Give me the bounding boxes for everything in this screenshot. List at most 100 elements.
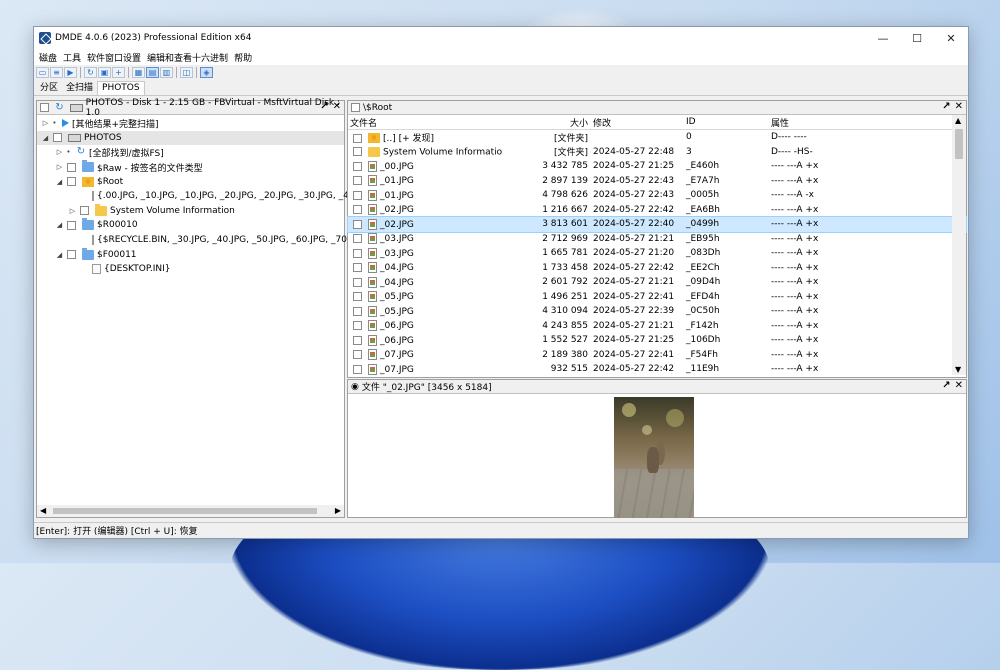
- scroll-thumb[interactable]: [955, 129, 963, 159]
- row-checkbox[interactable]: [353, 176, 362, 186]
- close-pane-icon[interactable]: ✕: [333, 101, 341, 112]
- tree-item-system-volume[interactable]: ▷ System Volume Information: [37, 203, 344, 219]
- menu-window-settings[interactable]: 软件窗口设置: [84, 51, 144, 64]
- column-name[interactable]: 文件名: [348, 116, 503, 129]
- tab-full-scan[interactable]: 全扫描: [62, 79, 97, 95]
- table-row[interactable]: _01.JPG 2 897 139 2024-05-27 22:43 _E7A7h --…: [348, 174, 966, 189]
- table-row[interactable]: _05.JPG 1 496 251 2024-05-27 22:41 _EFD4h --…: [348, 290, 966, 305]
- row-checkbox[interactable]: [353, 147, 362, 156]
- tree-item-all-found[interactable]: ▷ • ↻ [全部找到/虚拟FS]: [37, 145, 344, 160]
- table-row[interactable]: _00.JPG 3 432 785 2024-05-27 21:25 _E460h --…: [348, 159, 966, 174]
- expand-arrow-icon[interactable]: ▷: [41, 119, 50, 127]
- scroll-up-icon[interactable]: ▲: [955, 116, 961, 125]
- tree-checkbox[interactable]: [67, 250, 76, 260]
- table-row[interactable]: System Volume Information [文件夹] 2024-05-27…: [348, 145, 966, 160]
- table-row[interactable]: _07.JPG 2 189 380 2024-05-27 22:41 _F54Fh --…: [348, 348, 966, 363]
- row-checkbox[interactable]: [353, 205, 362, 215]
- view-list-icon[interactable]: ▥: [160, 66, 173, 78]
- row-checkbox[interactable]: [353, 321, 362, 331]
- scroll-left-icon[interactable]: ◀: [40, 506, 46, 515]
- menu-hex-edit[interactable]: 编辑和查看十六进制: [144, 51, 231, 64]
- table-row[interactable]: [..] [+ 发现] [文件夹] 0 D---- ----: [348, 130, 966, 145]
- column-modified[interactable]: 修改: [591, 116, 684, 129]
- drives-icon[interactable]: ▭: [36, 66, 49, 78]
- table-row[interactable]: _07.JPG 932 515 2024-05-27 22:42 _11E9h ----…: [348, 362, 966, 377]
- expand-arrow-icon[interactable]: ▷: [68, 207, 77, 215]
- collapse-arrow-icon[interactable]: ◢: [41, 134, 50, 142]
- collapse-arrow-icon[interactable]: ◢: [55, 251, 64, 259]
- tree-item-root[interactable]: ◢ $Root: [37, 174, 344, 189]
- table-row[interactable]: _01.JPG 4 798 626 2024-05-27 22:43 _0005h --…: [348, 188, 966, 203]
- row-checkbox[interactable]: [353, 335, 362, 345]
- pane-checkbox[interactable]: [351, 103, 360, 112]
- tree-item-raw[interactable]: ▷ $Raw - 按签名的文件类型: [37, 160, 344, 175]
- scroll-down-icon[interactable]: ▼: [955, 365, 961, 374]
- close-button[interactable]: ✕: [934, 27, 968, 49]
- column-size[interactable]: 大小: [503, 116, 591, 129]
- pane-checkbox[interactable]: [40, 103, 49, 112]
- table-row[interactable]: _05.JPG 4 310 094 2024-05-27 22:39 _0C50h --…: [348, 304, 966, 319]
- row-checkbox[interactable]: [353, 350, 362, 360]
- row-checkbox[interactable]: [353, 219, 362, 229]
- table-row[interactable]: _06.JPG 4 243 855 2024-05-27 21:21 _F142h --…: [348, 319, 966, 334]
- maximize-button[interactable]: ☐: [900, 27, 934, 49]
- row-checkbox[interactable]: [353, 306, 362, 316]
- close-pane-icon[interactable]: ✕: [955, 101, 963, 112]
- refresh-icon[interactable]: ↻: [84, 66, 97, 78]
- tree-item-r00010[interactable]: ◢ $R00010: [37, 218, 344, 233]
- scroll-right-icon[interactable]: ▶: [335, 506, 341, 515]
- row-checkbox[interactable]: [353, 277, 362, 287]
- view-icons-icon[interactable]: ▦: [132, 66, 145, 78]
- partitions-icon[interactable]: ≡: [50, 66, 63, 78]
- menu-help[interactable]: 帮助: [231, 51, 255, 64]
- vertical-scrollbar[interactable]: ▲ ▼: [952, 115, 966, 375]
- menu-disk[interactable]: 磁盘: [36, 51, 60, 64]
- tree-item-other-results[interactable]: ▷ • [其他结果+完整扫描]: [37, 116, 344, 131]
- maximize-pane-icon[interactable]: ↗: [942, 101, 950, 112]
- table-row[interactable]: _04.JPG 2 601 792 2024-05-27 21:21 _09D4h --…: [348, 275, 966, 290]
- expand-arrow-icon[interactable]: ▷: [55, 148, 64, 156]
- row-checkbox[interactable]: [353, 234, 362, 244]
- title-bar[interactable]: DMDE 4.0.6 (2023) Professional Edition x…: [34, 27, 968, 49]
- tree-checkbox[interactable]: [80, 206, 89, 216]
- row-checkbox[interactable]: [353, 190, 362, 200]
- image-icon[interactable]: ▣: [98, 66, 111, 78]
- tree-checkbox[interactable]: [67, 162, 76, 172]
- collapse-arrow-icon[interactable]: ◢: [55, 221, 64, 229]
- scroll-thumb[interactable]: [53, 508, 317, 514]
- table-row[interactable]: _03.JPG 1 665 781 2024-05-27 21:20 _083Dh --…: [348, 246, 966, 261]
- play-icon[interactable]: ▶: [64, 66, 77, 78]
- table-row[interactable]: _04.JPG 1 733 458 2024-05-27 22:42 _EE2Ch --…: [348, 261, 966, 276]
- menu-tools[interactable]: 工具: [60, 51, 84, 64]
- tree-item-root-files[interactable]: {.00.JPG, _10.JPG, _10.JPG, _20.JPG, _20…: [37, 189, 369, 204]
- tree-checkbox[interactable]: [53, 133, 62, 143]
- dmde-logo-icon[interactable]: ◈: [200, 66, 213, 78]
- tree-item-r00010-files[interactable]: {$RECYCLE.BIN, _30.JPG, _40.JPG, _50.JPG…: [37, 233, 385, 248]
- minimize-button[interactable]: —: [866, 27, 900, 49]
- view-details-icon[interactable]: ▤: [146, 66, 159, 78]
- add-icon[interactable]: +: [112, 66, 125, 78]
- collapse-arrow-icon[interactable]: ◢: [55, 178, 64, 186]
- split-view-icon[interactable]: ◫: [180, 66, 193, 78]
- table-row[interactable]: _02.JPG 1 216 667 2024-05-27 22:42 _EA6Bh --…: [348, 203, 966, 218]
- tab-partitions[interactable]: 分区: [36, 79, 62, 95]
- column-id[interactable]: ID: [684, 117, 769, 127]
- tree-item-f00011[interactable]: ◢ $F00011: [37, 247, 344, 262]
- expand-arrow-icon[interactable]: ▷: [55, 163, 64, 171]
- tree-checkbox[interactable]: [67, 177, 76, 187]
- horizontal-scrollbar[interactable]: ◀ ▶: [37, 505, 344, 517]
- table-row[interactable]: _06.JPG 1 552 527 2024-05-27 21:25 _106Dh --…: [348, 333, 966, 348]
- column-attributes[interactable]: 属性: [769, 116, 852, 129]
- table-row[interactable]: _02.JPG 3 813 601 2024-05-27 22:40 _0499h --…: [347, 216, 967, 233]
- row-checkbox[interactable]: [353, 364, 362, 374]
- row-checkbox[interactable]: [353, 292, 362, 302]
- tab-photos[interactable]: PHOTOS: [97, 81, 145, 95]
- table-row[interactable]: _03.JPG 2 712 969 2024-05-27 21:21 _EB95h --…: [348, 232, 966, 247]
- tree-checkbox[interactable]: [67, 220, 76, 230]
- row-checkbox[interactable]: [353, 133, 362, 143]
- tree-item-photos[interactable]: ◢ PHOTOS: [37, 130, 344, 146]
- close-pane-icon[interactable]: ✕: [955, 380, 963, 391]
- maximize-pane-icon[interactable]: ↗: [942, 380, 950, 391]
- tree-item-f00011-files[interactable]: {DESKTOP.INI}: [37, 262, 344, 277]
- maximize-pane-icon[interactable]: ↗: [320, 101, 328, 112]
